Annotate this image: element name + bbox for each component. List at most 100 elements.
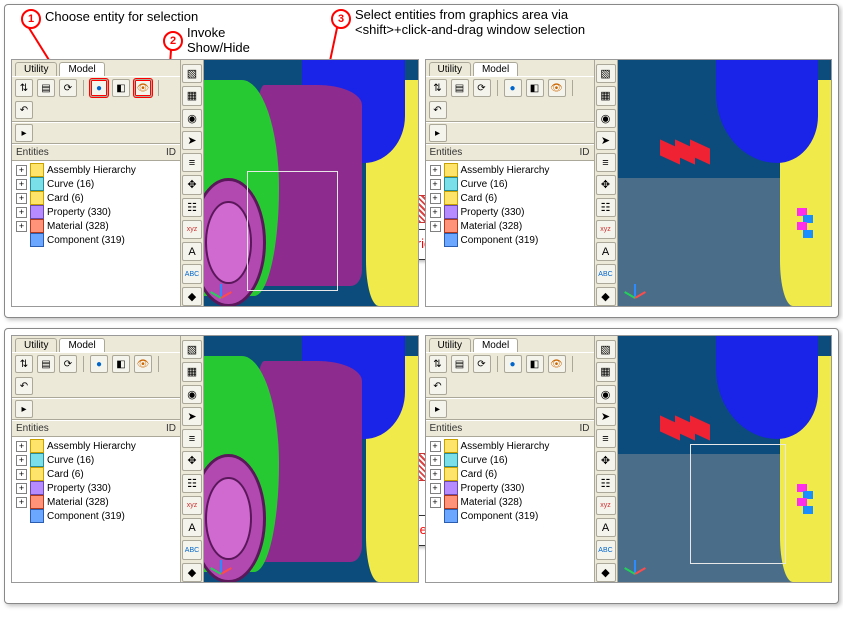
filter-icon[interactable]: ▤ (37, 355, 55, 373)
sort-icon[interactable]: ⇅ (429, 355, 447, 373)
alt-icon[interactable]: ◆ (182, 563, 202, 582)
cube-icon[interactable]: ▧ (182, 340, 202, 359)
expand-icon[interactable]: ▸ (15, 124, 33, 142)
entity-selector-button[interactable]: ● (90, 79, 108, 97)
layers-icon[interactable]: ☷ (182, 474, 202, 493)
text-a-icon[interactable]: A (182, 518, 202, 537)
tree-label[interactable]: Material (328) (47, 221, 109, 232)
pick-icon[interactable]: ✥ (596, 451, 616, 470)
tree-expand-icon[interactable]: + (16, 179, 27, 190)
tree-label[interactable]: Assembly Hierarchy (461, 441, 550, 452)
undo-icon[interactable]: ↶ (429, 377, 447, 395)
pick-icon[interactable]: ✥ (596, 175, 616, 194)
unused-icon[interactable]: ◧ (526, 355, 544, 373)
text-a-icon[interactable]: A (596, 518, 616, 537)
tree-expand-icon[interactable]: + (16, 441, 27, 452)
alt-icon[interactable]: ◆ (182, 287, 202, 306)
tree-label[interactable]: Curve (16) (47, 455, 94, 466)
unused-icon[interactable]: ◧ (112, 79, 130, 97)
pick-icon[interactable]: ✥ (182, 175, 202, 194)
sort-icon[interactable]: ⇅ (15, 355, 33, 373)
tree-label[interactable]: Material (328) (461, 497, 523, 508)
mesh-icon[interactable]: ▦ (596, 86, 616, 105)
entity-tree[interactable]: +Assembly Hierarchy +Curve (16) +Card (6… (12, 437, 180, 582)
undo-icon[interactable]: ↶ (15, 101, 33, 119)
entity-tree[interactable]: + Assembly Hierarchy + Curve (16) + Card (6… (426, 437, 594, 582)
tree-expand-icon[interactable]: + (16, 221, 27, 232)
tree-label[interactable]: Component (319) (461, 511, 539, 522)
undo-icon[interactable]: ↶ (15, 377, 33, 395)
arrow-icon[interactable]: ➤ (182, 131, 202, 150)
lines-icon[interactable]: ≡ (596, 429, 616, 448)
layers-icon[interactable]: ☷ (182, 198, 202, 217)
xyz-icon[interactable]: xyz (182, 220, 202, 239)
tree-label[interactable]: Property (330) (461, 483, 525, 494)
tree-label[interactable]: Assembly Hierarchy (461, 165, 550, 176)
solid-icon[interactable]: ◉ (596, 109, 616, 128)
tree-expand-icon[interactable]: + (430, 193, 441, 204)
entity-tree[interactable]: +Assembly Hierarchy +Curve (16) +Card (6… (426, 161, 594, 306)
tree-expand-icon[interactable]: + (16, 469, 27, 480)
refresh-icon[interactable]: ⟳ (59, 355, 77, 373)
tree-expand-icon[interactable]: + (16, 497, 27, 508)
layers-icon[interactable]: ☷ (596, 474, 616, 493)
expand-icon[interactable]: ▸ (429, 124, 447, 142)
tree-label[interactable]: Material (328) (461, 221, 523, 232)
pick-icon[interactable]: ✥ (182, 451, 202, 470)
tree-expand-icon[interactable]: + (430, 441, 441, 452)
show-hide-button[interactable]: 👁 (134, 79, 152, 97)
tree-label[interactable]: Material (328) (47, 497, 109, 508)
unused-icon[interactable]: ◧ (112, 355, 130, 373)
tree-label[interactable]: Assembly Hierarchy (47, 441, 136, 452)
arrow-icon[interactable]: ➤ (596, 131, 616, 150)
tree-label[interactable]: Curve (16) (461, 179, 508, 190)
filter-icon[interactable]: ▤ (451, 79, 469, 97)
lines-icon[interactable]: ≡ (596, 153, 616, 172)
unused-icon[interactable]: ◧ (526, 79, 544, 97)
entity-selector-button[interactable]: ● (504, 355, 522, 373)
alt-icon[interactable]: ◆ (596, 287, 616, 306)
tree-label[interactable]: Component (319) (461, 235, 539, 246)
abc-icon[interactable]: ABC (182, 540, 202, 559)
arrow-icon[interactable]: ➤ (596, 407, 616, 426)
abc-icon[interactable]: ABC (596, 264, 616, 283)
tab-model[interactable]: Model (473, 62, 518, 76)
tree-label[interactable]: Component (319) (47, 235, 125, 246)
graphics-area[interactable] (618, 336, 832, 582)
refresh-icon[interactable]: ⟳ (473, 79, 491, 97)
filter-icon[interactable]: ▤ (37, 79, 55, 97)
alt-icon[interactable]: ◆ (596, 563, 616, 582)
solid-icon[interactable]: ◉ (182, 109, 202, 128)
tree-expand-icon[interactable]: + (430, 469, 441, 480)
tree-expand-icon[interactable]: + (16, 193, 27, 204)
solid-icon[interactable]: ◉ (596, 385, 616, 404)
tree-expand-icon[interactable]: + (430, 179, 441, 190)
mesh-icon[interactable]: ▦ (596, 362, 616, 381)
tab-model[interactable]: Model (473, 338, 518, 352)
tree-label[interactable]: Curve (16) (47, 179, 94, 190)
abc-icon[interactable]: ABC (182, 264, 202, 283)
sort-icon[interactable]: ⇅ (15, 79, 33, 97)
tab-model[interactable]: Model (59, 338, 104, 352)
graphics-area[interactable] (204, 336, 418, 582)
layers-icon[interactable]: ☷ (596, 198, 616, 217)
tree-label[interactable]: Curve (16) (461, 455, 508, 466)
show-hide-button[interactable]: 👁 (548, 355, 566, 373)
entity-selector-button[interactable]: ● (90, 355, 108, 373)
cube-icon[interactable]: ▧ (596, 64, 616, 83)
text-a-icon[interactable]: A (596, 242, 616, 261)
tree-expand-icon[interactable]: + (430, 455, 441, 466)
text-a-icon[interactable]: A (182, 242, 202, 261)
tree-label[interactable]: Card (6) (461, 469, 498, 480)
tree-expand-icon[interactable]: + (430, 497, 441, 508)
entity-tree[interactable]: +Assembly Hierarchy +Curve (16) +Card (6… (12, 161, 180, 306)
undo-icon[interactable]: ↶ (429, 101, 447, 119)
mesh-icon[interactable]: ▦ (182, 362, 202, 381)
show-hide-button[interactable]: 👁 (134, 355, 152, 373)
tree-expand-icon[interactable]: + (430, 483, 441, 494)
cube-icon[interactable]: ▧ (182, 64, 202, 83)
graphics-area[interactable] (618, 60, 832, 306)
tree-label[interactable]: Property (330) (461, 207, 525, 218)
xyz-icon[interactable]: xyz (596, 220, 616, 239)
expand-icon[interactable]: ▸ (429, 400, 447, 418)
